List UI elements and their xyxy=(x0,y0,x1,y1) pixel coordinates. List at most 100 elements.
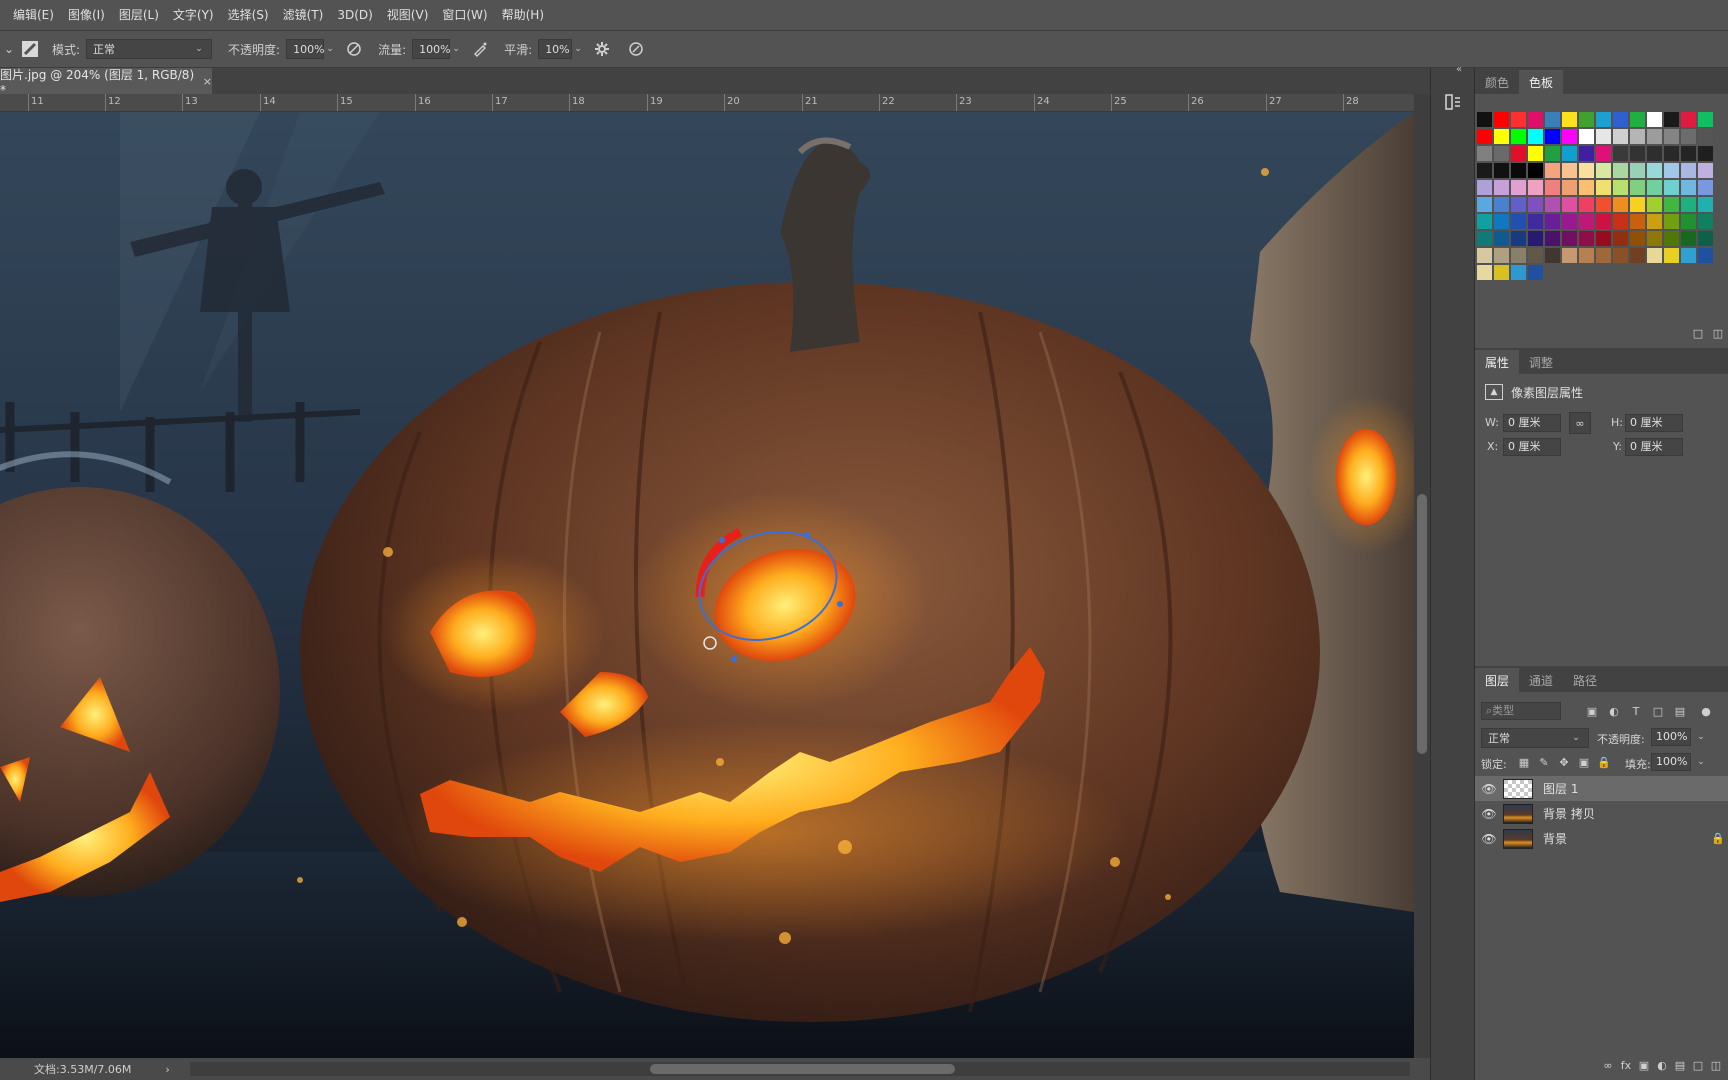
filter-adjustment-icon[interactable]: ◐ xyxy=(1605,702,1623,720)
color-swatch[interactable] xyxy=(1698,248,1713,263)
color-swatch[interactable] xyxy=(1494,248,1509,263)
color-swatch[interactable] xyxy=(1562,129,1577,144)
color-swatch[interactable] xyxy=(1528,180,1543,195)
color-swatch[interactable] xyxy=(1579,214,1594,229)
color-swatch[interactable] xyxy=(1596,248,1611,263)
color-swatch[interactable] xyxy=(1647,129,1662,144)
color-swatch[interactable] xyxy=(1545,231,1560,246)
color-swatch[interactable] xyxy=(1545,112,1560,127)
eye-icon[interactable]: 👁 xyxy=(1475,832,1503,846)
color-swatch[interactable] xyxy=(1528,163,1543,178)
horizontal-scroll-thumb[interactable] xyxy=(650,1064,955,1074)
color-swatch[interactable] xyxy=(1698,146,1713,161)
pressure-size-icon[interactable] xyxy=(626,39,646,59)
color-swatch[interactable] xyxy=(1647,146,1662,161)
layer-row[interactable]: 👁 图层 1 xyxy=(1475,776,1728,801)
tool-preset-chevron-icon[interactable]: ⌄ xyxy=(2,39,16,59)
flow-chevron-icon[interactable]: ⌄ xyxy=(450,44,462,54)
color-swatch[interactable] xyxy=(1698,129,1713,144)
color-swatch[interactable] xyxy=(1681,129,1696,144)
color-swatch[interactable] xyxy=(1681,231,1696,246)
filter-toggle-icon[interactable]: ● xyxy=(1697,702,1715,720)
tab-swatches[interactable]: 色板 xyxy=(1519,70,1564,94)
vertical-scroll-thumb[interactable] xyxy=(1417,494,1427,754)
color-swatch[interactable] xyxy=(1596,214,1611,229)
color-swatch[interactable] xyxy=(1562,248,1577,263)
color-swatch[interactable] xyxy=(1579,112,1594,127)
menu-filter[interactable]: 滤镜(T) xyxy=(276,0,331,30)
menu-window[interactable]: 窗口(W) xyxy=(435,0,494,30)
width-field[interactable]: 0 厘米 xyxy=(1503,414,1561,432)
color-swatch[interactable] xyxy=(1596,146,1611,161)
color-swatch[interactable] xyxy=(1664,180,1679,195)
gear-icon[interactable] xyxy=(592,39,612,59)
x-field[interactable]: 0 厘米 xyxy=(1503,438,1561,456)
color-swatch[interactable] xyxy=(1579,129,1594,144)
color-swatch[interactable] xyxy=(1545,248,1560,263)
color-swatch[interactable] xyxy=(1681,163,1696,178)
color-swatch[interactable] xyxy=(1511,197,1526,212)
color-swatch[interactable] xyxy=(1494,197,1509,212)
color-swatch[interactable] xyxy=(1613,146,1628,161)
tab-layers[interactable]: 图层 xyxy=(1475,668,1520,692)
new-swatch-icon[interactable]: □ xyxy=(1689,324,1707,342)
vertical-scrollbar[interactable] xyxy=(1414,94,1430,1058)
color-swatch[interactable] xyxy=(1664,197,1679,212)
lock-transparency-icon[interactable]: ▦ xyxy=(1515,753,1533,771)
color-swatch[interactable] xyxy=(1511,146,1526,161)
color-swatch[interactable] xyxy=(1579,146,1594,161)
color-swatch[interactable] xyxy=(1681,180,1696,195)
color-swatch[interactable] xyxy=(1698,231,1713,246)
layer-opacity-chevron-icon[interactable]: ⌄ xyxy=(1695,732,1707,742)
color-swatch[interactable] xyxy=(1494,180,1509,195)
horizontal-ruler[interactable]: 11 12 13 14 15 16 17 18 19 20 21 22 23 2… xyxy=(0,94,1414,112)
color-swatch[interactable] xyxy=(1494,265,1509,280)
filter-shape-icon[interactable]: □ xyxy=(1649,702,1667,720)
color-swatch[interactable] xyxy=(1596,129,1611,144)
color-swatch[interactable] xyxy=(1494,163,1509,178)
filter-type-icon[interactable]: T xyxy=(1627,702,1645,720)
color-swatch[interactable] xyxy=(1562,180,1577,195)
color-swatch[interactable] xyxy=(1494,129,1509,144)
color-swatch[interactable] xyxy=(1494,214,1509,229)
color-swatch[interactable] xyxy=(1698,163,1713,178)
color-swatch[interactable] xyxy=(1528,248,1543,263)
color-swatch[interactable] xyxy=(1681,214,1696,229)
adjustment-layer-icon[interactable]: ◐ xyxy=(1653,1056,1671,1074)
fill-chevron-icon[interactable]: ⌄ xyxy=(1695,757,1707,767)
color-swatch[interactable] xyxy=(1511,112,1526,127)
color-swatch[interactable] xyxy=(1494,112,1509,127)
height-field[interactable]: 0 厘米 xyxy=(1625,414,1683,432)
color-swatch[interactable] xyxy=(1579,248,1594,263)
color-swatch[interactable] xyxy=(1477,231,1492,246)
color-swatch[interactable] xyxy=(1613,231,1628,246)
new-layer-icon[interactable]: □ xyxy=(1689,1056,1707,1074)
color-swatch[interactable] xyxy=(1647,112,1662,127)
color-swatch[interactable] xyxy=(1596,180,1611,195)
color-swatch[interactable] xyxy=(1664,146,1679,161)
color-swatch[interactable] xyxy=(1630,231,1645,246)
blend-mode-select[interactable]: 正常 ⌄ xyxy=(1481,728,1589,748)
color-swatch[interactable] xyxy=(1596,231,1611,246)
color-swatch[interactable] xyxy=(1698,197,1713,212)
brush-preset-icon[interactable] xyxy=(20,39,40,59)
link-dimensions-icon[interactable]: ∞ xyxy=(1569,412,1591,434)
color-swatch[interactable] xyxy=(1613,163,1628,178)
color-swatch[interactable] xyxy=(1511,265,1526,280)
color-swatch[interactable] xyxy=(1664,163,1679,178)
color-swatch[interactable] xyxy=(1630,129,1645,144)
color-swatch[interactable] xyxy=(1579,231,1594,246)
color-swatch[interactable] xyxy=(1494,231,1509,246)
color-swatch[interactable] xyxy=(1579,197,1594,212)
color-swatch[interactable] xyxy=(1647,214,1662,229)
color-swatch[interactable] xyxy=(1613,129,1628,144)
eye-icon[interactable]: 👁 xyxy=(1475,807,1503,821)
lock-artboard-icon[interactable]: ▣ xyxy=(1575,753,1593,771)
flow-input[interactable]: 100% xyxy=(412,39,451,59)
color-swatch[interactable] xyxy=(1477,129,1492,144)
menu-edit[interactable]: 编辑(E) xyxy=(6,0,61,30)
color-swatch[interactable] xyxy=(1664,248,1679,263)
lock-brush-icon[interactable]: ✎ xyxy=(1535,753,1553,771)
color-swatch[interactable] xyxy=(1681,248,1696,263)
color-swatch[interactable] xyxy=(1613,197,1628,212)
